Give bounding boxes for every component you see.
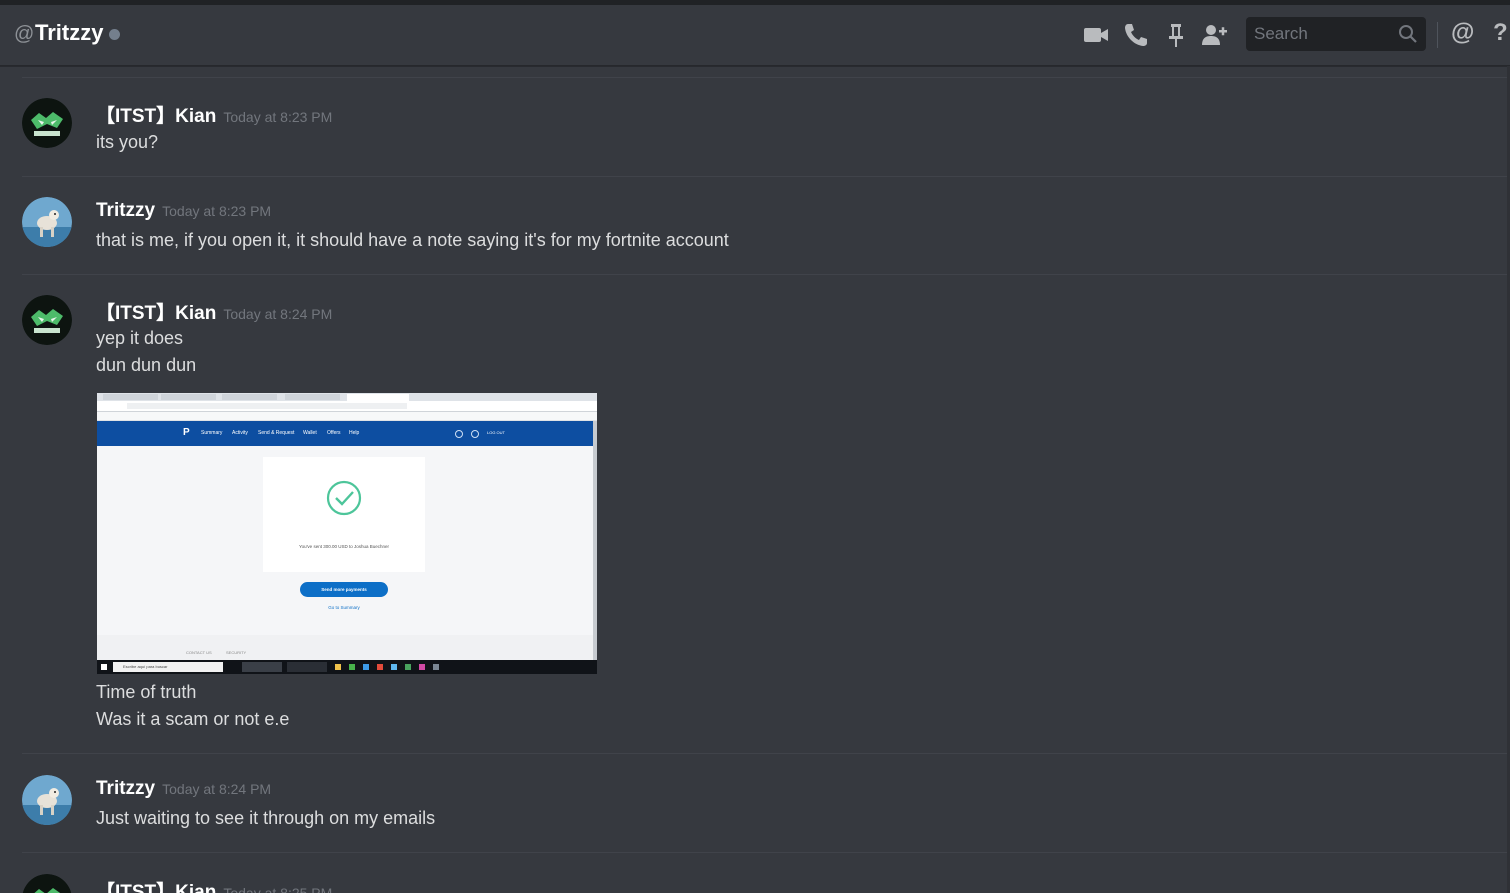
offline-status-indicator	[109, 29, 120, 40]
message-text: Time of truth	[96, 682, 197, 702]
paypal-nav-item: Help	[349, 430, 360, 436]
author-name[interactable]: 【ITST】Kian	[96, 303, 216, 324]
channel-header: @ Tritzzy @ ?	[0, 5, 1510, 66]
help-icon[interactable]: ?	[1493, 19, 1508, 47]
confirmation-card: You've sent 300.00 USD to Joshua Buechne…	[263, 457, 425, 572]
message-timestamp: Today at 8:24 PM	[223, 306, 333, 322]
paypal-nav-item: Offers	[327, 430, 341, 436]
author-name[interactable]: 【ITST】Kian	[96, 106, 216, 127]
image-attachment[interactable]: P Summary Activity Send & Request Wallet…	[97, 393, 597, 674]
message-divider	[22, 274, 1510, 275]
message-divider	[22, 77, 1510, 78]
go-to-summary-link: Go to Summary	[328, 605, 360, 610]
video-camera-icon[interactable]	[1082, 21, 1110, 49]
avatar[interactable]	[22, 775, 72, 825]
search-icon	[1399, 25, 1417, 43]
avatar[interactable]	[22, 295, 72, 345]
at-symbol-icon: @	[14, 23, 35, 45]
send-more-payments-button: Send more payments	[300, 582, 388, 597]
avatar[interactable]	[22, 874, 72, 893]
mention-icon[interactable]: @	[1451, 19, 1474, 47]
footer-link: SECURITY	[226, 650, 247, 655]
author-name[interactable]: Tritzzy	[96, 200, 155, 221]
dm-recipient-name[interactable]: Tritzzy	[35, 20, 103, 46]
paypal-nav-item: Send & Request	[258, 430, 295, 436]
pin-icon[interactable]	[1162, 21, 1190, 49]
bookmarks-bar	[97, 412, 597, 421]
paypal-logo: P	[183, 427, 190, 438]
paypal-nav-item: Wallet	[303, 430, 317, 436]
message-text: yep it does	[96, 328, 184, 348]
message-list[interactable]: 【ITST】Kian Today at 8:23 PM its you? Trit…	[0, 66, 1510, 893]
intensity-logo-avatar	[22, 98, 72, 148]
check-circle-icon	[326, 480, 362, 516]
browser-tab-bar	[97, 393, 597, 401]
button-label: Send more payments	[321, 587, 367, 592]
message-divider	[22, 753, 1510, 754]
paypal-nav-bar: P Summary Activity Send & Request Wallet…	[97, 421, 593, 446]
message-text: Just waiting to see it through on my ema…	[96, 808, 436, 828]
bell-icon	[455, 430, 463, 438]
message-author: 【ITST】Kian Today at 8:23 PM	[96, 101, 332, 128]
paypal-footer: CONTACT US SECURITY	[97, 635, 593, 660]
message-timestamp: Today at 8:25 PM	[223, 885, 333, 893]
add-friend-icon[interactable]	[1200, 21, 1228, 49]
search-box[interactable]	[1246, 17, 1426, 51]
message-text: its you?	[96, 132, 159, 152]
windows-start-icon	[101, 664, 107, 670]
message-timestamp: Today at 8:23 PM	[162, 203, 272, 219]
message-text: Was it a scam or not e.e	[96, 709, 290, 729]
message-timestamp: Today at 8:24 PM	[162, 781, 272, 797]
intensity-logo-avatar	[22, 295, 72, 345]
message-divider	[22, 176, 1510, 177]
confirmation-text: You've sent 300.00 USD to Joshua Buechne…	[298, 544, 389, 549]
message-author: 【ITST】Kian Today at 8:24 PM	[96, 298, 332, 325]
browser-address-bar	[97, 401, 597, 412]
intensity-logo-avatar	[22, 874, 72, 893]
message-divider	[22, 852, 1510, 853]
dog-avatar	[22, 775, 72, 825]
author-name[interactable]: Tritzzy	[96, 778, 155, 799]
avatar[interactable]	[22, 197, 72, 247]
message-text: that is me, if you open it, it should ha…	[96, 230, 729, 250]
paypal-logout: LOG OUT	[487, 430, 506, 435]
message-author: Tritzzy Today at 8:24 PM	[96, 778, 271, 800]
phone-icon[interactable]	[1122, 21, 1150, 49]
browser-scrollbar	[593, 421, 597, 661]
settings-icon	[471, 430, 479, 438]
message-author: Tritzzy Today at 8:23 PM	[96, 200, 271, 222]
footer-link: CONTACT US	[186, 650, 212, 655]
paypal-nav-item: Activity	[232, 430, 248, 436]
windows-taskbar: Escribe aquí para buscar	[97, 660, 597, 674]
message-timestamp: Today at 8:23 PM	[223, 109, 333, 125]
author-name[interactable]: 【ITST】Kian	[96, 882, 216, 893]
paypal-nav-item: Summary	[201, 430, 223, 436]
message-author: 【ITST】Kian Today at 8:25 PM	[96, 877, 332, 893]
dog-avatar	[22, 197, 72, 247]
header-divider	[1437, 22, 1438, 48]
avatar[interactable]	[22, 98, 72, 148]
taskbar-search-box: Escribe aquí para buscar	[113, 662, 223, 672]
search-input[interactable]	[1246, 17, 1394, 51]
message-text: dun dun dun	[96, 355, 197, 375]
taskbar-search-text: Escribe aquí para buscar	[123, 664, 168, 669]
